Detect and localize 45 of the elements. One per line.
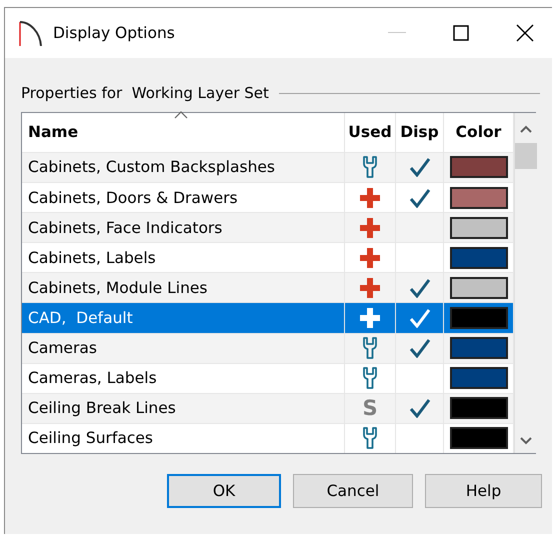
dialog-button[interactable]: Cancel (293, 474, 413, 508)
maximize-icon[interactable] (453, 25, 469, 41)
color-swatch[interactable] (450, 246, 508, 269)
window-title: Display Options (53, 24, 176, 42)
wrench-icon (362, 427, 378, 450)
color-swatch[interactable] (450, 186, 508, 209)
plus-icon (360, 308, 380, 328)
table-row[interactable]: Cabinets, Custom Backsplashes (22, 152, 514, 182)
arc-icon (19, 20, 43, 46)
plus-icon (360, 218, 380, 238)
wrench-icon (362, 337, 378, 360)
table-row[interactable]: Ceiling Break Lines S (22, 392, 514, 423)
table-row[interactable]: Ceiling Surfaces (22, 422, 514, 453)
scroll-up-icon[interactable] (520, 125, 532, 133)
table-cell: Cabinets, Face Indicators (22, 213, 345, 242)
dialog-button[interactable]: Help (425, 474, 542, 508)
color-swatch[interactable] (450, 367, 508, 390)
table-cell: Ceiling Surfaces (22, 424, 345, 453)
table-row[interactable]: Cabinets, Face Indicators (22, 212, 514, 242)
color-swatch[interactable] (450, 276, 508, 299)
plus-icon (360, 248, 380, 268)
color-swatch[interactable] (450, 216, 508, 239)
color-swatch[interactable] (450, 156, 508, 178)
plus-icon (360, 278, 380, 298)
wrench-icon (362, 367, 378, 390)
table-cell: Cabinets, Custom Backsplashes (22, 152, 345, 182)
table-row[interactable]: CAD, Default (22, 302, 514, 333)
table-row[interactable]: Cabinets, Module Lines (22, 272, 514, 302)
scroll-thumb[interactable] (515, 143, 537, 169)
color-swatch[interactable] (450, 337, 508, 360)
plus-icon (360, 188, 380, 208)
table-row[interactable]: Cameras (22, 332, 514, 363)
scrollbar[interactable] (514, 113, 537, 453)
wrench-icon (362, 156, 378, 178)
close-icon[interactable] (516, 24, 534, 42)
table-cell: Ceiling Break Lines (22, 394, 345, 423)
sort-icon (174, 111, 188, 119)
color-swatch[interactable] (450, 397, 508, 420)
group-label: Properties for Working Layer Set (21, 84, 269, 102)
color-swatch[interactable] (450, 306, 508, 329)
scroll-down-icon[interactable] (520, 437, 532, 445)
dialog-button[interactable]: OK (167, 474, 281, 508)
table-cell: Cameras (22, 334, 345, 363)
color-swatch[interactable] (450, 427, 508, 450)
used-letter: S (362, 396, 378, 420)
